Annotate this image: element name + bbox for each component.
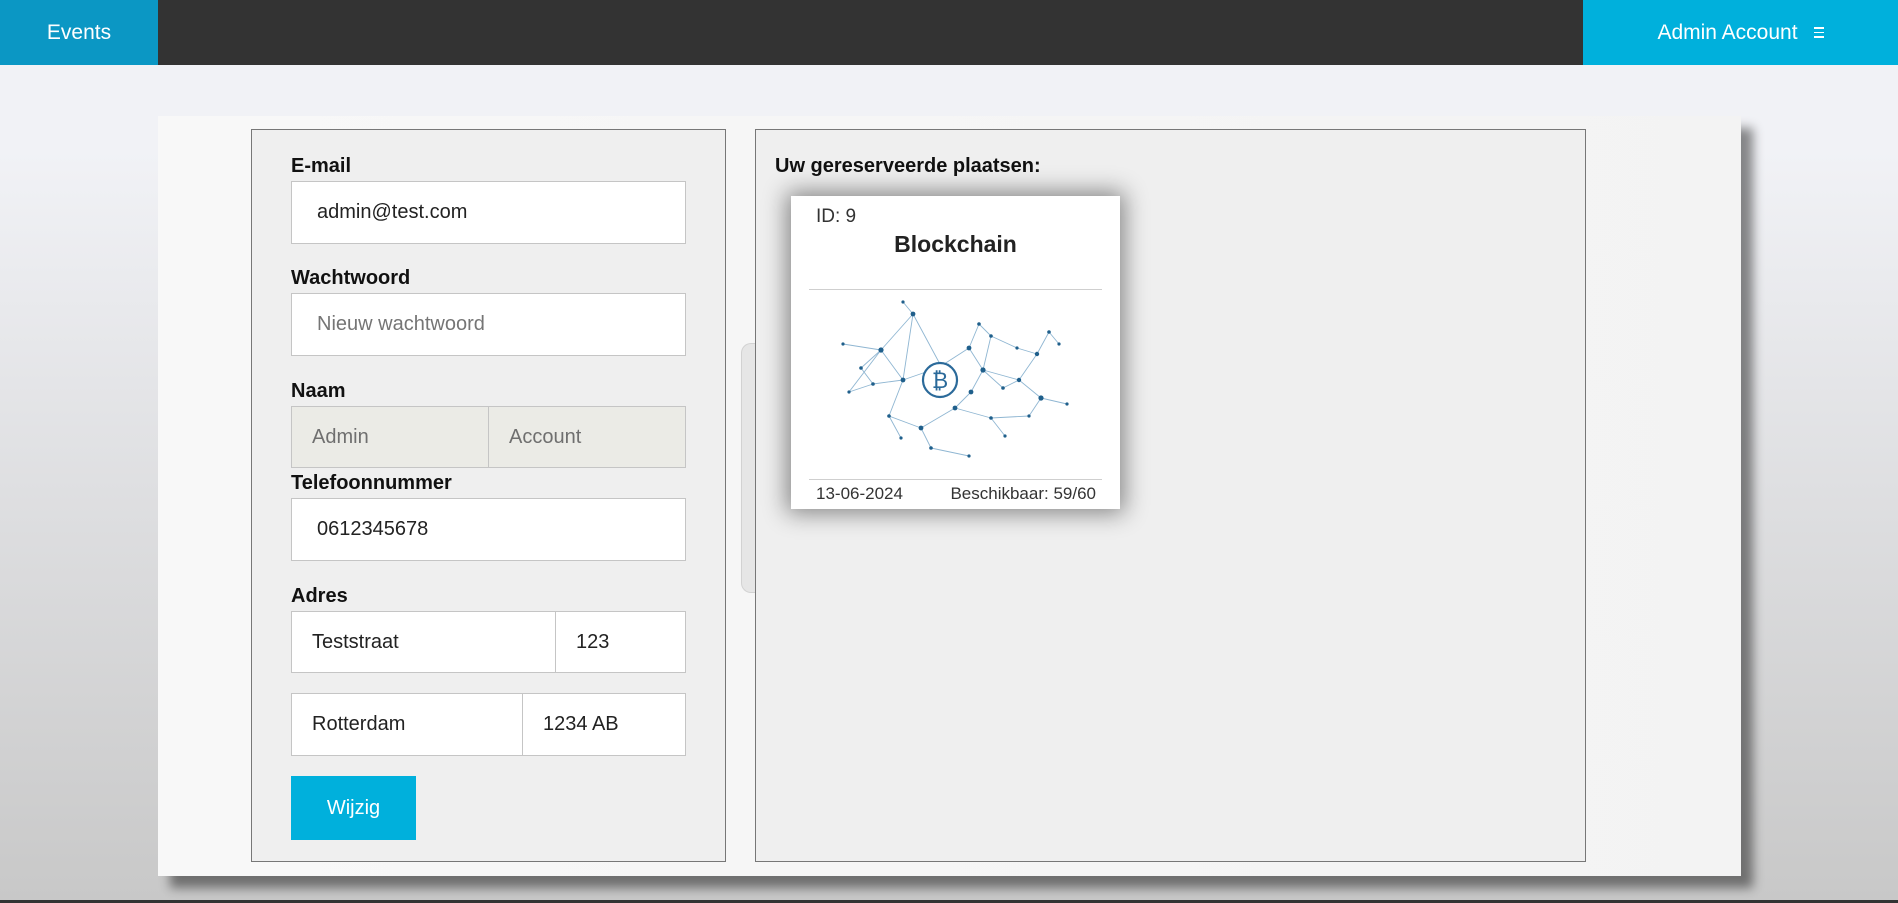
last-name-field[interactable] [488,406,686,468]
phone-label: Telefoonnummer [291,472,452,494]
name-label: Naam [291,380,346,402]
nav-events-link[interactable]: Events [0,0,158,65]
event-card[interactable]: ID: 9 Blockchain ₿ 13-06-2024 Beschikbaa… [791,196,1120,509]
event-availability: Beschikbaar: 59/60 [950,484,1096,503]
event-id: ID: 9 [816,206,857,227]
email-label: E-mail [291,155,352,177]
card-divider [809,479,1102,480]
phone-input[interactable] [291,498,686,561]
nav-account-menu[interactable]: Admin Account [1583,0,1898,65]
card-divider [809,289,1102,290]
top-navbar: Events Admin Account [0,0,1898,65]
reservations-title: Uw gereserveerde plaatsen: [775,155,1041,177]
first-name-field[interactable] [291,406,489,468]
hamburger-icon [1813,27,1824,38]
event-date: 13-06-2024 [816,484,903,503]
nav-events-label: Events [46,20,112,44]
event-name: Blockchain [894,231,1017,257]
email-input[interactable] [291,181,686,244]
postcode-input[interactable] [522,693,686,756]
save-button[interactable]: Wijzig [291,776,416,840]
password-input[interactable] [291,293,686,356]
nav-account-label: Admin Account [1657,20,1798,44]
city-input[interactable] [291,693,523,756]
svg-text:₿: ₿ [932,369,948,394]
street-input[interactable] [291,611,556,673]
address-label: Adres [291,585,348,607]
panel-scroll-handle[interactable] [741,343,755,593]
password-label: Wachtwoord [291,267,411,289]
house-number-input[interactable] [555,611,686,673]
blockchain-network-icon: ₿ [841,300,1069,458]
